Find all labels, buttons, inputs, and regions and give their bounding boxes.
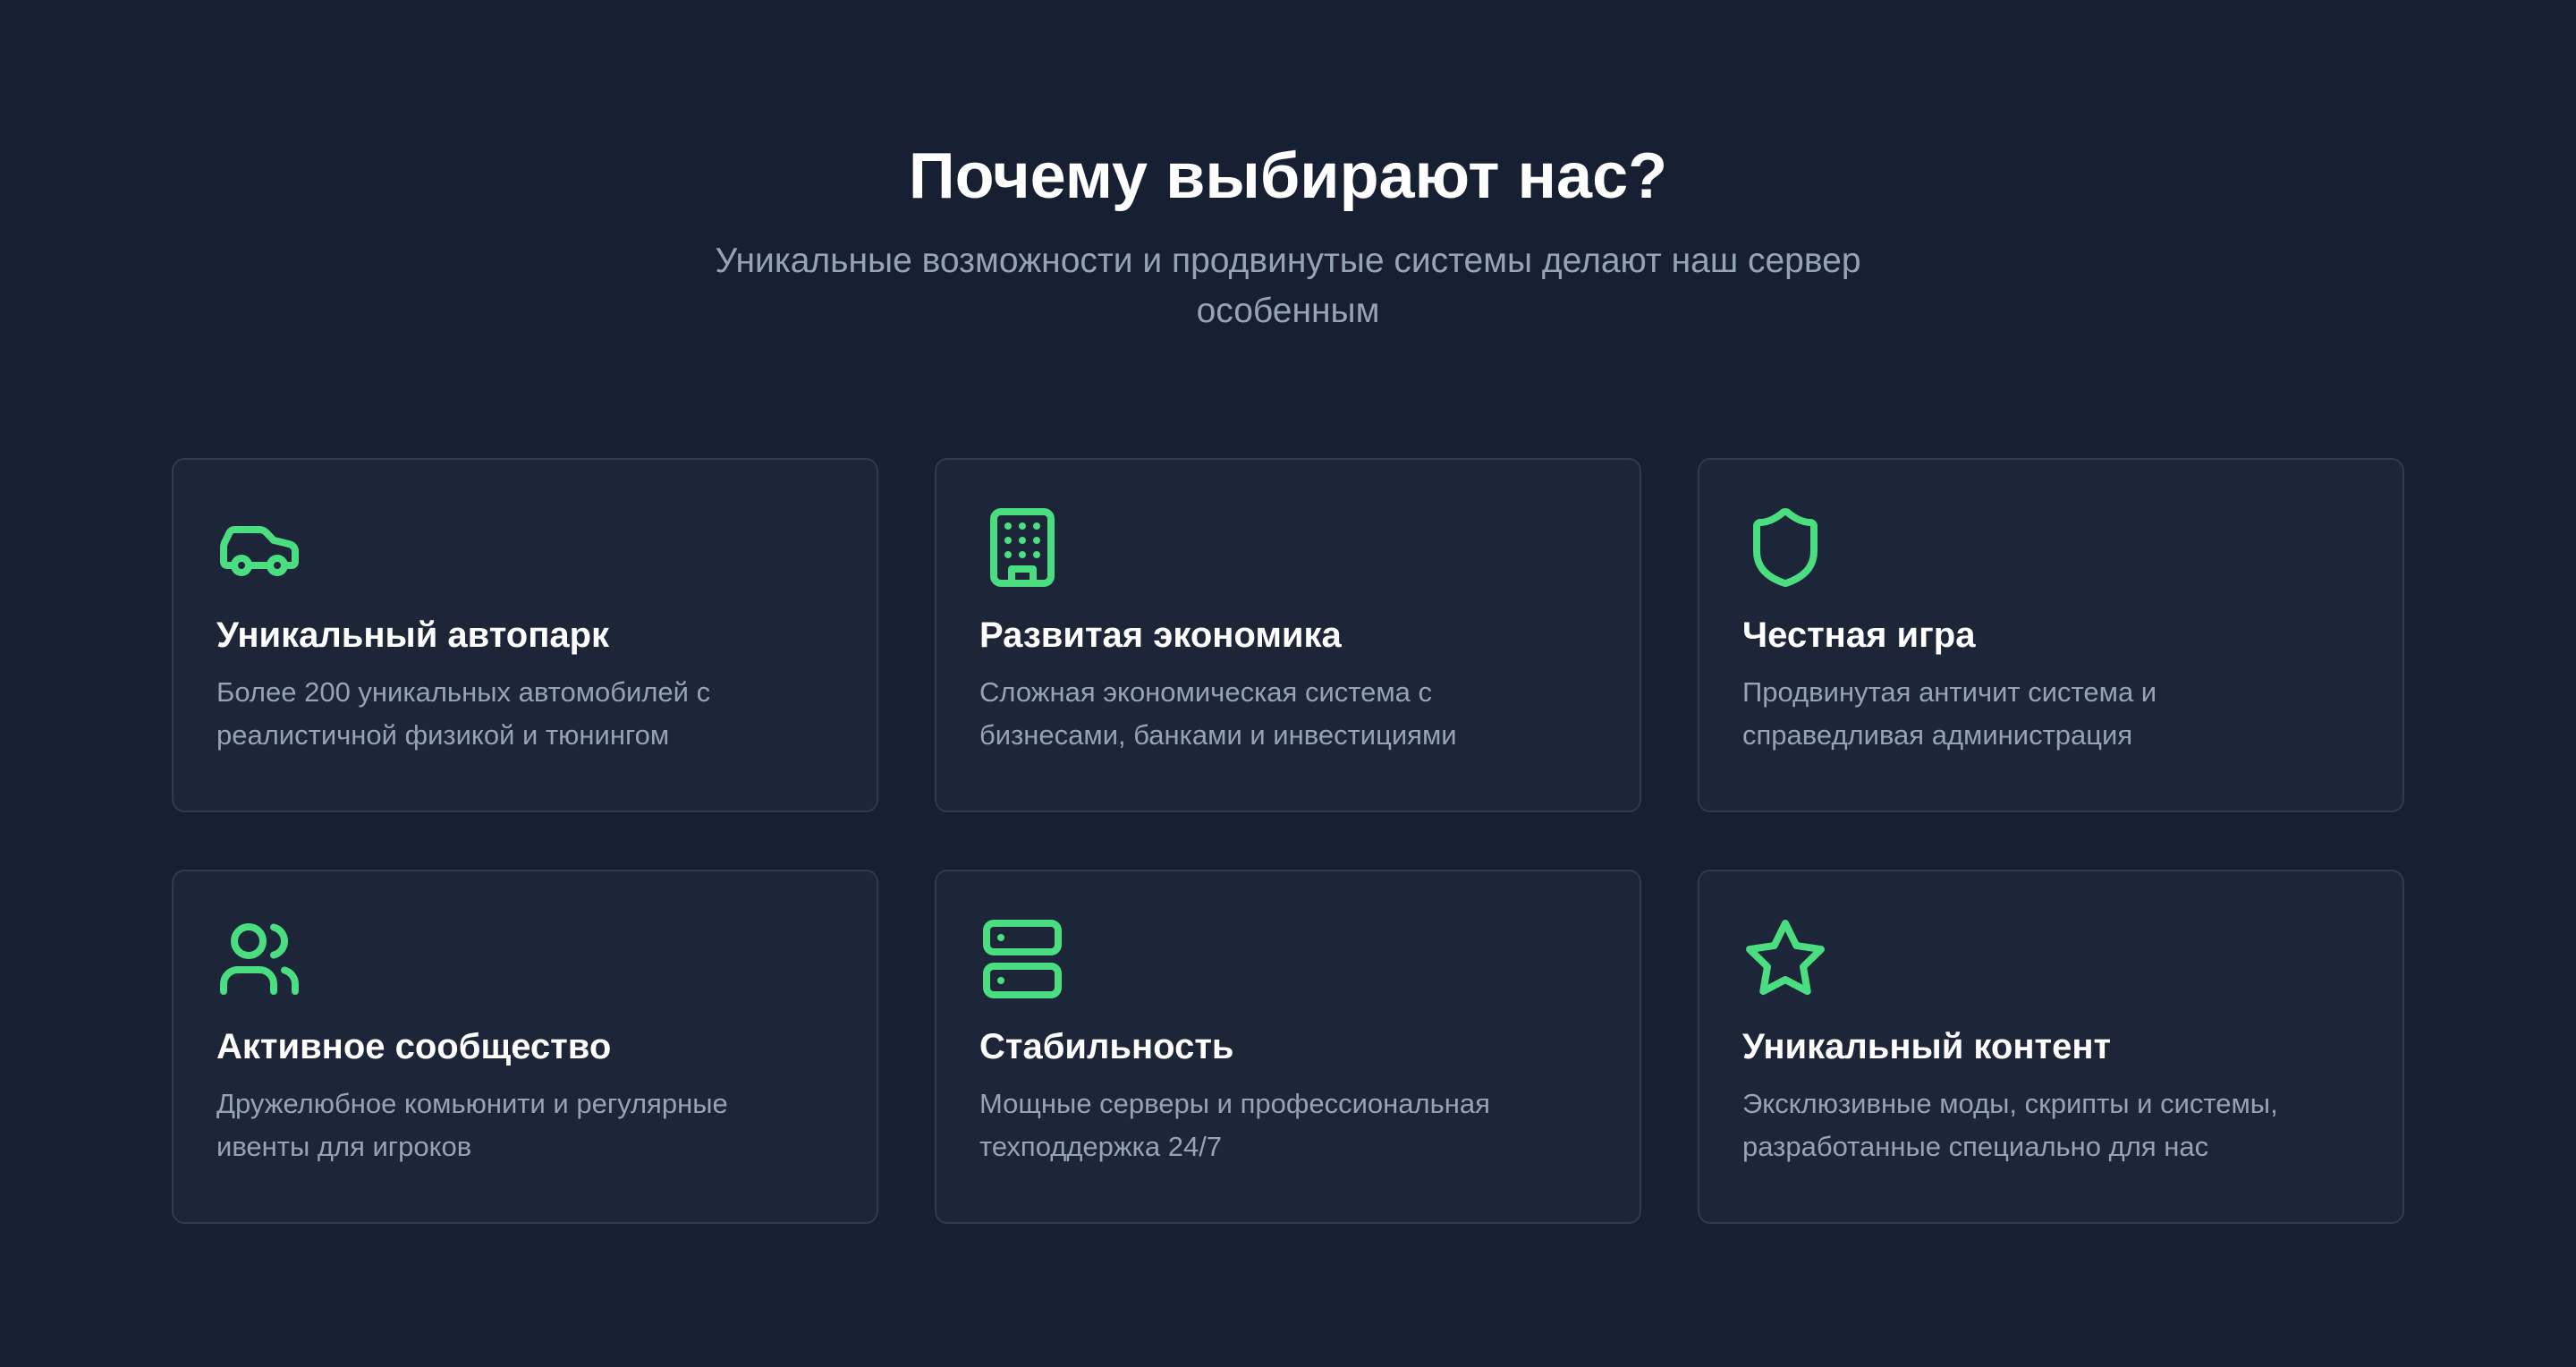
feature-card-stability: Стабильность Мощные серверы и профессион… [935,870,1641,1224]
server-icon [979,916,1065,1002]
feature-description: Дружелюбное комьюнити и регулярные ивент… [216,1088,728,1162]
feature-title: Развитая экономика [979,616,1342,655]
building-icon [979,505,1065,590]
feature-title: Уникальный автопарк [216,616,610,655]
feature-title: Честная игра [1742,616,1976,655]
feature-description: Мощные серверы и профессиональная техпод… [979,1088,1490,1162]
car-icon [216,505,302,590]
feature-card-economy: Развитая экономика Сложная экономическая… [935,458,1641,812]
section-subtitle: Уникальные возможности и продвинутые сис… [715,242,1861,330]
feature-card-content: Уникальный контент Эксклюзивные моды, ск… [1698,870,2404,1224]
feature-title: Активное сообщество [216,1027,612,1066]
feature-card-fair-play: Честная игра Продвинутая античит система… [1698,458,2404,812]
section-title: Почему выбирают нас? [908,140,1668,212]
feature-title: Стабильность [979,1027,1234,1066]
feature-description: Продвинутая античит система и справедлив… [1742,676,2157,751]
features-grid: Уникальный автопарк Более 200 уникальных… [172,458,2404,1224]
shield-icon [1742,505,1828,590]
feature-title: Уникальный контент [1742,1027,2112,1066]
feature-card-fleet: Уникальный автопарк Более 200 уникальных… [172,458,878,812]
star-icon [1742,916,1828,1002]
feature-card-community: Активное сообщество Дружелюбное комьюнит… [172,870,878,1224]
users-icon [216,916,302,1002]
feature-description: Более 200 уникальных автомобилей с реали… [216,676,711,751]
feature-description: Эксклюзивные моды, скрипты и системы, ра… [1742,1088,2278,1162]
features-section: Почему выбирают нас? Уникальные возможно… [0,0,2576,1367]
feature-description: Сложная экономическая система с бизнесам… [979,676,1457,751]
